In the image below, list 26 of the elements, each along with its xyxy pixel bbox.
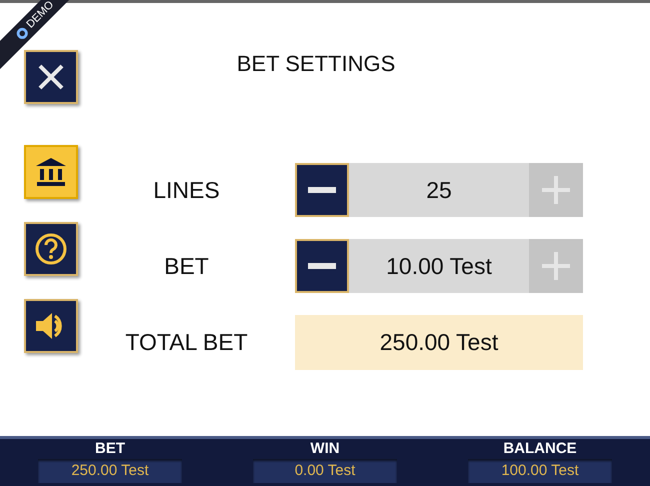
help-icon	[35, 233, 67, 265]
bank-icon	[35, 157, 67, 187]
status-label: BALANCE	[503, 439, 577, 459]
help-button[interactable]	[24, 222, 78, 276]
status-label: WIN	[310, 439, 340, 459]
close-icon	[36, 62, 66, 92]
total-bet-value: 250.00 Test	[295, 315, 583, 370]
status-label: BET	[95, 439, 125, 459]
status-value: 100.00 Test	[468, 459, 612, 483]
status-value: 250.00 Test	[38, 459, 182, 483]
total-bet-label: TOTAL BET	[124, 328, 249, 358]
minus-icon	[308, 187, 336, 193]
sound-button[interactable]	[24, 299, 78, 353]
minus-icon	[308, 263, 336, 269]
setting-label: LINES	[152, 176, 221, 205]
dialog-title: BET SETTINGS	[236, 53, 396, 75]
stepper-value: 10.00 Test	[385, 252, 493, 281]
status-value: 0.00 Test	[253, 459, 397, 483]
plus-icon	[541, 251, 571, 281]
minus-button[interactable]	[295, 239, 349, 293]
paytable-button[interactable]	[24, 145, 78, 199]
close-button[interactable]	[24, 50, 78, 104]
stepper-value: 25	[425, 176, 453, 205]
plus-icon	[541, 175, 571, 205]
minus-button[interactable]	[295, 163, 349, 217]
setting-label: BET	[163, 252, 210, 281]
